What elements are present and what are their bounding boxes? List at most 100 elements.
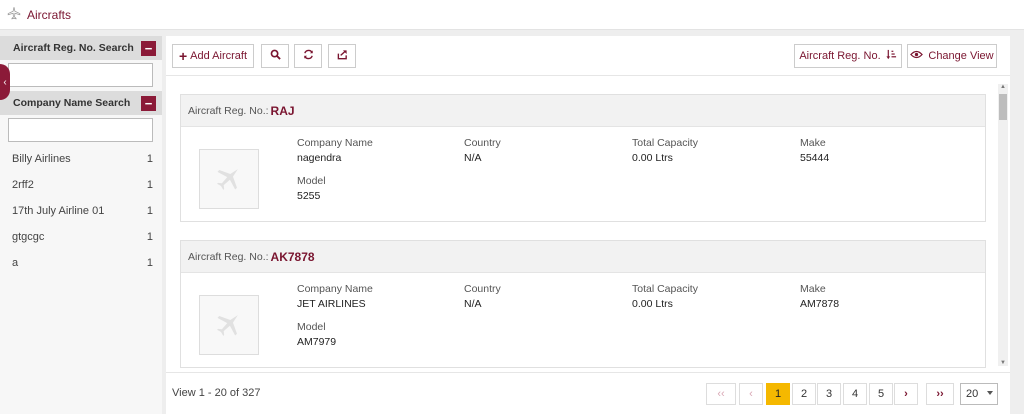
reg-search-label: Aircraft Reg. No. Search <box>13 42 134 54</box>
company-count: 1 <box>146 153 153 165</box>
company-label: Company Name <box>297 137 373 149</box>
toolbar: + Add Aircraft Aircraft Reg. No. Change … <box>166 36 1010 76</box>
eye-icon <box>910 50 924 62</box>
reg-value: AK7878 <box>270 249 315 264</box>
card-body: Company Name nagendra Country N/A Total … <box>181 127 985 221</box>
first-page-button[interactable]: ‹‹ <box>706 383 736 405</box>
page-5-button[interactable]: 5 <box>869 383 893 405</box>
prev-page-button[interactable]: ‹ <box>739 383 763 405</box>
page-2-button[interactable]: 2 <box>792 383 816 405</box>
scrollbar-thumb[interactable] <box>999 94 1007 120</box>
page-3-button[interactable]: 3 <box>817 383 841 405</box>
pagination-bar: View 1 - 20 of 327 ‹‹ ‹ 1 2 3 4 5 › ›› 2… <box>166 372 1010 414</box>
company-count: 1 <box>146 205 153 217</box>
page-title: Aircrafts <box>27 7 72 22</box>
country-value: N/A <box>464 152 482 164</box>
last-page-button[interactable]: ›› <box>926 383 954 405</box>
company-search-label: Company Name Search <box>13 97 131 109</box>
card-header: Aircraft Reg. No.: AK7878 <box>181 241 985 273</box>
collapse-company-search-button[interactable]: − <box>141 95 156 111</box>
aircraft-placeholder-image <box>199 295 259 355</box>
change-view-button[interactable]: Change View <box>907 44 997 68</box>
page-header: Aircrafts <box>0 0 1024 30</box>
make-value: AM7878 <box>800 298 840 310</box>
list-item[interactable]: 17th July Airline 01 1 <box>0 198 162 224</box>
company-name: gtgcgc <box>12 231 45 243</box>
page-4-button[interactable]: 4 <box>843 383 867 405</box>
capacity-field: Total Capacity 0.00 Ltrs <box>632 137 698 164</box>
company-field: Company Name JET AIRLINES <box>297 283 373 310</box>
company-count: 1 <box>146 179 153 191</box>
collapse-reg-search-button[interactable]: − <box>141 40 156 56</box>
company-name: 2rff2 <box>12 179 34 191</box>
capacity-value: 0.00 Ltrs <box>632 152 673 164</box>
search-button[interactable] <box>261 44 289 68</box>
per-page-value: 20 <box>966 388 979 400</box>
refresh-button[interactable] <box>294 44 322 68</box>
model-value: AM7979 <box>297 336 337 348</box>
export-button[interactable] <box>328 44 356 68</box>
country-value: N/A <box>464 298 482 310</box>
main-panel: + Add Aircraft Aircraft Reg. No. Change … <box>166 36 1010 414</box>
capacity-field: Total Capacity 0.00 Ltrs <box>632 283 698 310</box>
make-field: Make 55444 <box>800 137 829 164</box>
make-field: Make AM7878 <box>800 283 839 310</box>
company-field: Company Name nagendra <box>297 137 373 164</box>
export-icon <box>337 49 348 63</box>
aircraft-placeholder-image <box>199 149 259 209</box>
company-count: 1 <box>146 231 153 243</box>
list-item[interactable]: gtgcgc 1 <box>0 224 162 250</box>
card-header: Aircraft Reg. No.: RAJ <box>181 95 985 127</box>
model-value: 5255 <box>297 190 321 202</box>
sort-by-reg-button[interactable]: Aircraft Reg. No. <box>794 44 902 68</box>
sidebar-toggle-button[interactable]: ‹ <box>0 64 10 100</box>
country-field: Country N/A <box>464 137 501 164</box>
aircraft-card[interactable]: Aircraft Reg. No.: RAJ Company Name nage… <box>180 94 986 222</box>
record-count: View 1 - 20 of 327 <box>172 387 261 399</box>
list-item[interactable]: a1 <box>0 250 162 276</box>
scroll-down-icon[interactable]: ▼ <box>1000 360 1006 366</box>
capacity-value: 0.00 Ltrs <box>632 298 673 310</box>
add-aircraft-button[interactable]: + Add Aircraft <box>172 44 254 68</box>
chevron-down-icon <box>987 391 993 395</box>
card-body: Company Name JET AIRLINES Country N/A To… <box>181 273 985 367</box>
reg-label: Aircraft Reg. No.: <box>188 250 269 263</box>
plus-icon: + <box>178 48 188 64</box>
reg-search-header: Aircraft Reg. No. Search − <box>0 36 162 60</box>
company-value: JET AIRLINES <box>297 298 366 310</box>
capacity-label: Total Capacity <box>632 283 698 295</box>
page-1-button[interactable]: 1 <box>766 383 790 405</box>
company-value: nagendra <box>297 152 342 164</box>
list-scrollbar[interactable]: ▲ ▼ <box>998 84 1008 366</box>
company-search-header: Company Name Search − <box>0 91 162 115</box>
company-search-input[interactable] <box>8 118 153 142</box>
list-item[interactable]: Billy Airlines 1 <box>0 146 162 172</box>
chevron-left-icon: ‹ <box>3 76 7 88</box>
company-list: Billy Airlines 1 2rff2 1 17th July Airline… <box>0 146 162 276</box>
aircraft-card[interactable]: Aircraft Reg. No.: AK7878 Company Name J… <box>180 240 986 368</box>
model-field: Model 5255 <box>297 175 326 202</box>
per-page-select[interactable]: 20 <box>960 383 998 405</box>
refresh-icon <box>303 49 314 63</box>
airplane-icon <box>7 6 21 23</box>
company-name: Billy Airlines <box>12 153 71 165</box>
sort-label: Aircraft Reg. No. <box>799 50 881 62</box>
country-field: Country N/A <box>464 283 501 310</box>
change-view-label: Change View <box>928 50 994 62</box>
sort-icon <box>886 49 897 63</box>
make-label: Make <box>800 283 826 295</box>
scroll-up-icon[interactable]: ▲ <box>1000 84 1006 90</box>
country-label: Country <box>464 283 501 295</box>
model-field: Model AM7979 <box>297 321 336 348</box>
next-page-button[interactable]: › <box>894 383 918 405</box>
make-label: Make <box>800 137 826 149</box>
reg-search-input[interactable] <box>8 63 153 87</box>
make-value: 55444 <box>800 152 830 164</box>
airplane-icon <box>214 163 244 196</box>
aircraft-list: Aircraft Reg. No.: RAJ Company Name nage… <box>166 78 1010 370</box>
company-label: Company Name <box>297 283 373 295</box>
reg-label: Aircraft Reg. No.: <box>188 104 269 117</box>
list-item[interactable]: 2rff2 1 <box>0 172 162 198</box>
airplane-icon <box>214 309 244 342</box>
model-label: Model <box>297 175 326 187</box>
